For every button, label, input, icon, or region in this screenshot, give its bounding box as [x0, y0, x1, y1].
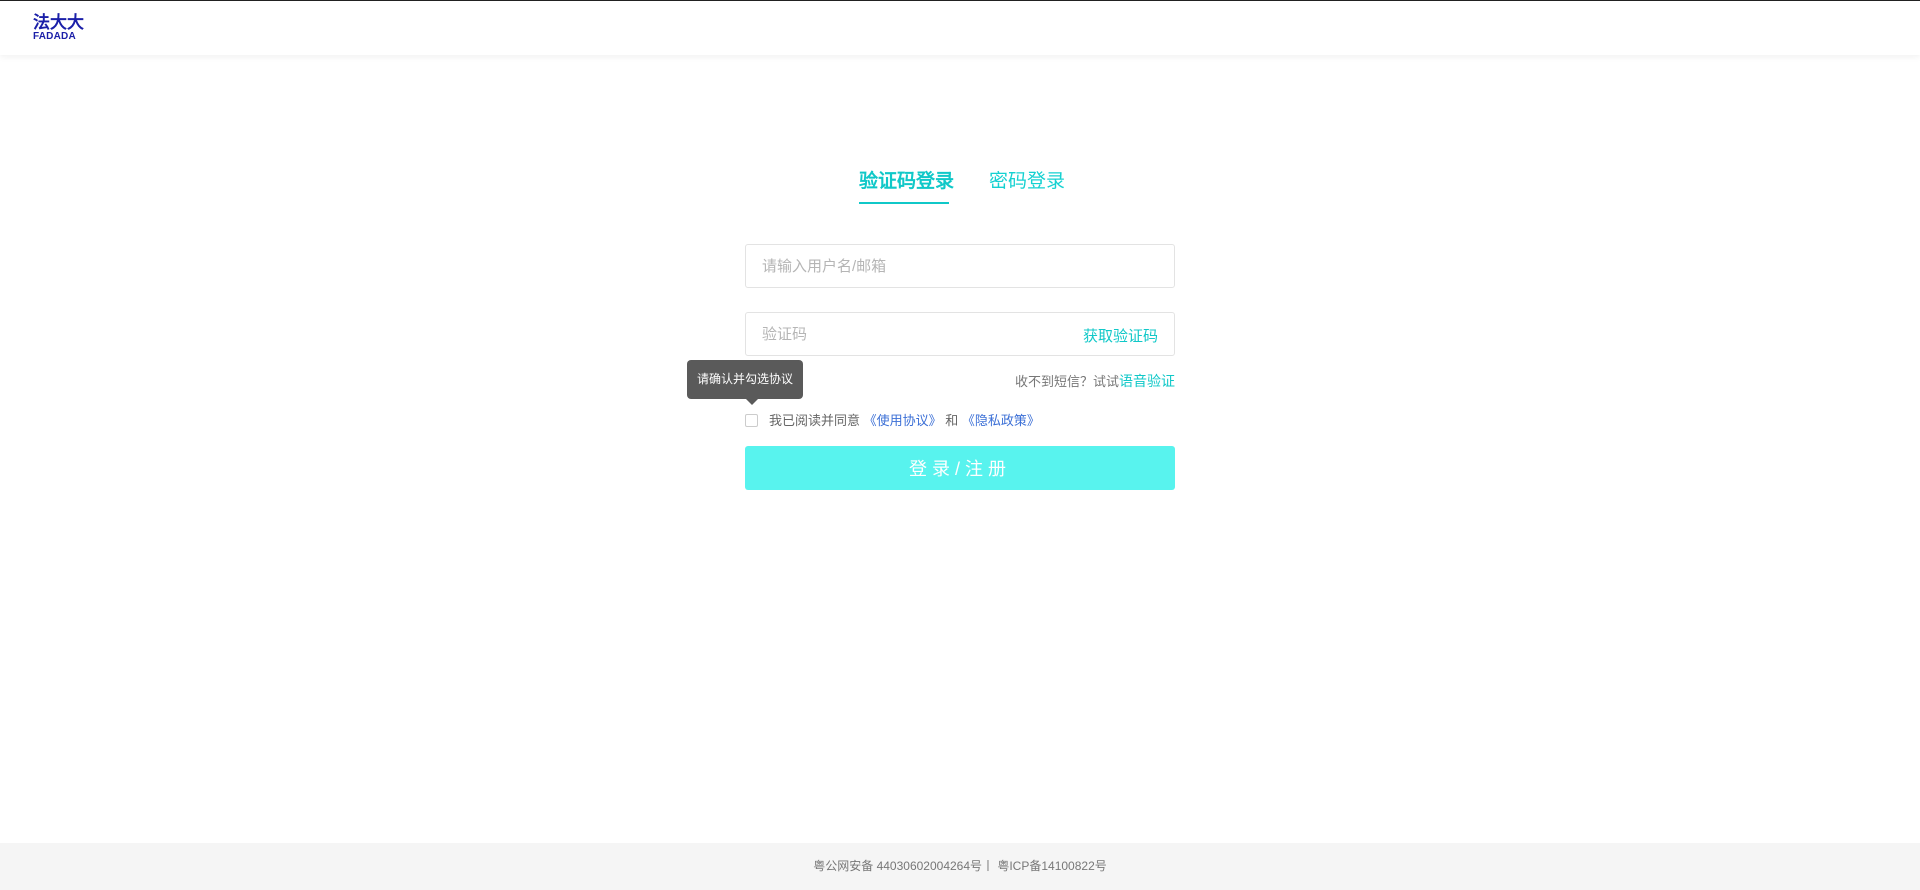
- code-input[interactable]: [762, 313, 1062, 355]
- agreement-tooltip: 请确认并勾选协议: [687, 360, 803, 399]
- code-field: 获取验证码: [745, 312, 1175, 356]
- get-code-button[interactable]: 获取验证码: [1083, 325, 1158, 346]
- sms-hint: 收不到短信？试试语音验证: [960, 371, 1175, 391]
- agreement-text: 我已阅读并同意 《使用协议》 和 《隐私政策》: [769, 412, 1040, 430]
- agree-and: 和: [945, 413, 959, 428]
- logo-text-cn: 法大大: [33, 13, 84, 32]
- tooltip-arrow: [746, 399, 758, 405]
- tab-sms-login[interactable]: 验证码登录: [859, 168, 954, 196]
- footer: 粤公网安备 44030602004264号丨 粤ICP备14100822号: [0, 843, 1920, 890]
- agree-prefix: 我已阅读并同意: [769, 413, 861, 428]
- tab-password-login[interactable]: 密码登录: [989, 168, 1065, 196]
- login-register-button[interactable]: 登录/注册: [745, 446, 1175, 490]
- username-field: [745, 244, 1175, 288]
- username-input[interactable]: [762, 245, 1062, 287]
- sms-hint-text: 收不到短信？试试: [1014, 374, 1119, 389]
- icp-record-text: 粤公网安备 44030602004264号丨 粤ICP备14100822号: [813, 859, 1107, 873]
- voice-verify-link[interactable]: 语音验证: [1119, 373, 1175, 389]
- agree-checkbox[interactable]: [745, 414, 758, 427]
- terms-of-use-link[interactable]: 《使用协议》: [864, 413, 942, 428]
- privacy-policy-link[interactable]: 《隐私政策》: [962, 413, 1040, 428]
- fadada-logo[interactable]: 法大大 FADADA: [33, 14, 87, 44]
- logo-text-en: FADADA: [33, 31, 76, 42]
- active-tab-indicator: [859, 202, 949, 204]
- top-header: 法大大 FADADA: [0, 1, 1920, 55]
